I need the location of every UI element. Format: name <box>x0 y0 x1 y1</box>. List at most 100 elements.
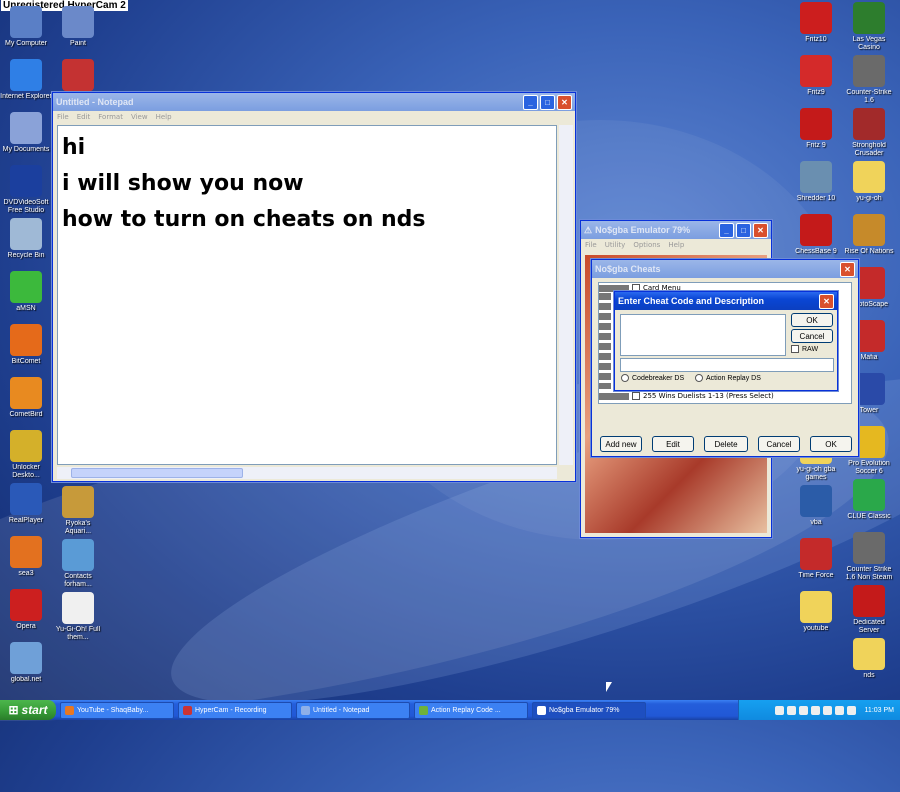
radio-codebreaker[interactable]: Codebreaker DS <box>621 374 684 382</box>
close-button[interactable]: ✕ <box>819 293 834 309</box>
cheat-label: 255 Wins Duelists 1-13 (Press Select) <box>643 392 774 400</box>
desktop-shortcut[interactable]: CLUE Classic <box>843 479 895 521</box>
close-button[interactable]: ✕ <box>840 261 855 277</box>
desktop-shortcut[interactable]: ChessBase 9 <box>790 214 842 256</box>
menu-utility[interactable]: Utility <box>605 241 626 249</box>
desktop-shortcut[interactable]: RealPlayer <box>0 483 52 525</box>
tray-icon[interactable] <box>822 705 832 715</box>
desktop-shortcut[interactable]: Recycle Bin <box>0 218 52 260</box>
menu-file[interactable]: File <box>57 113 69 121</box>
desktop-shortcut[interactable]: Internet Explorer <box>0 59 52 101</box>
desktop-shortcut[interactable]: Fritz10 <box>790 2 842 44</box>
tray-icon[interactable] <box>786 705 796 715</box>
radio-circle[interactable] <box>695 374 703 382</box>
menu-view[interactable]: View <box>131 113 148 121</box>
desktop-shortcut[interactable]: Fritz9 <box>790 55 842 97</box>
taskbar-task[interactable]: Untitled - Notepad <box>296 701 410 719</box>
menu-help[interactable]: Help <box>156 113 172 121</box>
taskbar-task[interactable]: HyperCam - Recording <box>178 701 292 719</box>
task-label: HyperCam - Recording <box>195 706 267 714</box>
desktop-shortcut[interactable]: Unlocker Deskto... <box>0 430 52 480</box>
tray-icon[interactable] <box>810 705 820 715</box>
cancel-button[interactable]: Cancel <box>758 436 800 452</box>
menu-help[interactable]: Help <box>668 241 684 249</box>
maximize-button[interactable]: □ <box>540 94 555 110</box>
notepad-text-area[interactable]: hi i will show you now how to turn on ch… <box>57 125 557 465</box>
desktop-shortcut[interactable]: yu-gi-oh <box>843 161 895 203</box>
enter-cheat-dialog[interactable]: Enter Cheat Code and Description ✕ OK Ca… <box>614 291 838 391</box>
desktop-shortcut[interactable]: BitComet <box>0 324 52 366</box>
desktop-shortcut[interactable]: Las Vegas Casino <box>843 2 895 52</box>
desktop-shortcut[interactable]: Ryoka's Aquari... <box>52 486 104 536</box>
menu-file[interactable]: File <box>585 241 597 249</box>
menu-format[interactable]: Format <box>98 113 123 121</box>
notepad-title: Untitled - Notepad <box>56 97 134 107</box>
delete-button[interactable]: Delete <box>704 436 748 452</box>
network-icon <box>10 642 42 674</box>
desktop-shortcut[interactable]: aMSN <box>0 271 52 313</box>
close-button[interactable]: ✕ <box>753 222 768 238</box>
minimize-button[interactable]: _ <box>719 222 734 238</box>
system-tray: 11:03 PM <box>738 700 900 720</box>
desktop-shortcut[interactable]: Time Force <box>790 538 842 580</box>
desktop-shortcut[interactable]: nds <box>843 638 895 680</box>
desktop-shortcut-label: aMSN <box>16 305 36 312</box>
dialog-cancel-button[interactable]: Cancel <box>791 329 833 343</box>
maximize-button[interactable]: □ <box>736 222 751 238</box>
raw-checkbox-row[interactable]: RAW <box>791 345 818 353</box>
notepad-window[interactable]: Untitled - Notepad _ □ ✕ File Edit Forma… <box>52 92 576 482</box>
desktop-shortcut[interactable]: Rise Of Nations <box>843 214 895 256</box>
desktop-shortcut[interactable]: Stronghold Crusader <box>843 108 895 158</box>
desktop-shortcut[interactable]: Paint <box>52 6 104 48</box>
radio-circle[interactable] <box>621 374 629 382</box>
vertical-scrollbar[interactable] <box>559 125 573 465</box>
add-new-button[interactable]: Add new <box>600 436 642 452</box>
tray-icon[interactable] <box>774 705 784 715</box>
desktop-shortcut[interactable]: Shredder 10 <box>790 161 842 203</box>
desktop-shortcut[interactable]: Fritz 9 <box>790 108 842 150</box>
desktop-shortcut[interactable]: Contacts forham... <box>52 539 104 589</box>
menu-options[interactable]: Options <box>633 241 660 249</box>
minimize-button[interactable]: _ <box>523 94 538 110</box>
checkbox[interactable] <box>632 392 640 400</box>
menu-edit[interactable]: Edit <box>77 113 91 121</box>
taskbar-task[interactable]: YouTube - ShaqBaby... <box>60 701 174 719</box>
ok-button[interactable]: OK <box>810 436 852 452</box>
desktop-shortcut[interactable]: My Computer <box>0 6 52 48</box>
desktop-shortcut[interactable]: Counter Strike 1.6 Non Steam <box>843 532 895 582</box>
task-label: Action Replay Code ... <box>431 706 501 714</box>
desktop-shortcut[interactable]: Counter-Strike 1.6 <box>843 55 895 105</box>
dialog-ok-button[interactable]: OK <box>791 313 833 327</box>
desktop-shortcut[interactable]: global.net <box>0 642 52 684</box>
start-button[interactable]: ⊞ start <box>0 700 56 720</box>
volume-icon[interactable] <box>834 705 844 715</box>
enter-cheat-titlebar[interactable]: Enter Cheat Code and Description ✕ <box>615 292 837 310</box>
edit-button[interactable]: Edit <box>652 436 694 452</box>
code-textarea[interactable] <box>620 314 786 356</box>
desktop-shortcut[interactable]: CometBird <box>0 377 52 419</box>
scroll-thumb[interactable] <box>71 468 243 478</box>
horizontal-scrollbar[interactable] <box>57 467 557 479</box>
cheats-titlebar[interactable]: No$gba Cheats ✕ <box>592 260 858 278</box>
notepad-titlebar[interactable]: Untitled - Notepad _ □ ✕ <box>53 93 575 111</box>
raw-checkbox[interactable] <box>791 345 799 353</box>
cheat-row[interactable]: 255 Wins Duelists 1-13 (Press Select) <box>599 391 774 401</box>
desktop-shortcut[interactable]: My Documents <box>0 112 52 154</box>
taskbar-task[interactable]: Action Replay Code ... <box>414 701 528 719</box>
taskbar-task[interactable]: No$gba Emulator 79% <box>532 701 646 719</box>
desktop-shortcut[interactable]: Opera <box>0 589 52 631</box>
desktop-shortcut[interactable]: vba <box>790 485 842 527</box>
amsn-icon <box>10 271 42 303</box>
description-input[interactable] <box>620 358 834 372</box>
desktop-shortcut[interactable]: DVDVideoSoft Free Studio <box>0 165 52 215</box>
clock[interactable]: 11:03 PM <box>865 707 894 714</box>
close-button[interactable]: ✕ <box>557 94 572 110</box>
radio-actionreplay[interactable]: Action Replay DS <box>695 374 761 382</box>
network-icon[interactable] <box>846 705 856 715</box>
nosgba-titlebar[interactable]: ⚠ No$gba Emulator 79% _ □ ✕ <box>581 221 771 239</box>
desktop-shortcut[interactable]: sea3 <box>0 536 52 578</box>
tray-icon[interactable] <box>798 705 808 715</box>
desktop-shortcut[interactable]: youtube <box>790 591 842 633</box>
desktop-shortcut[interactable]: Dedicated Server <box>843 585 895 635</box>
desktop-shortcut[interactable]: Yu-Gi-Oh! Full them... <box>52 592 104 642</box>
